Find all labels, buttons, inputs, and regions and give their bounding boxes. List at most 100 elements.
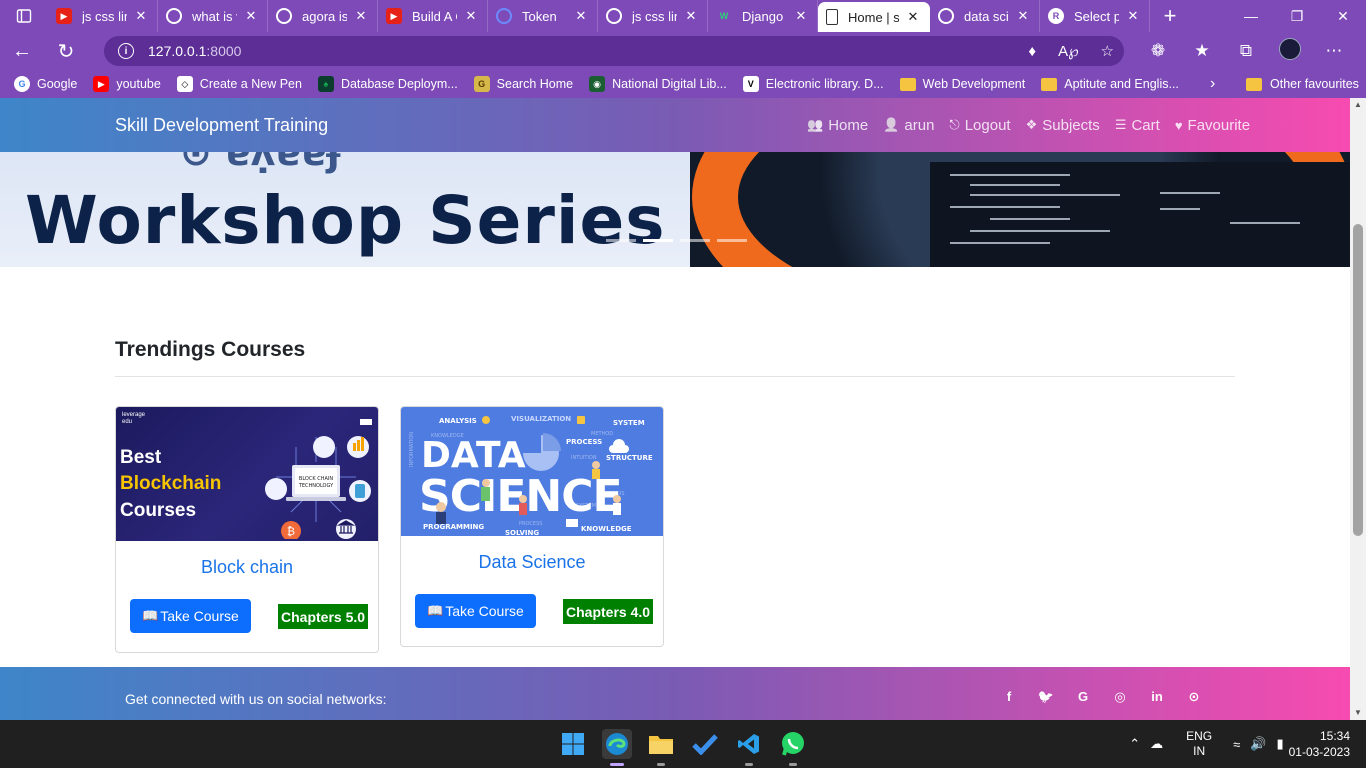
tab-close-icon[interactable]: ✕ (463, 8, 479, 24)
home-users-icon: 👥 (807, 117, 824, 132)
tab-close-icon[interactable]: ✕ (353, 8, 369, 24)
back-button[interactable]: ← (0, 32, 44, 70)
site-info-icon[interactable]: i (118, 43, 134, 59)
nav-link-arun[interactable]: 👤 arun (883, 117, 934, 134)
tab-close-icon[interactable]: ✕ (793, 8, 809, 24)
taskbar-whatsapp[interactable] (778, 729, 808, 766)
more-menu-icon[interactable]: ⋯ (1312, 41, 1356, 61)
browser-tab[interactable]: ▶ Build A C ✕ (378, 0, 488, 32)
tab-close-icon[interactable]: ✕ (573, 8, 589, 24)
battery-icon[interactable]: ▮ (1276, 736, 1283, 752)
taskbar-file-explorer[interactable] (646, 729, 676, 766)
browser-tab[interactable]: Token ✕ (488, 0, 598, 32)
browser-tab[interactable]: R Select pr ✕ (1040, 0, 1150, 32)
bookmark-item[interactable]: Web Development (899, 77, 1025, 91)
more-bookmarks-chevron-icon[interactable]: › (1210, 70, 1215, 98)
bookmark-item[interactable]: ▶ youtube (93, 76, 161, 92)
svg-text:SYSTEM: SYSTEM (613, 419, 645, 427)
scrollbar-thumb[interactable] (1353, 224, 1363, 536)
browser-tab[interactable]: data scie ✕ (930, 0, 1040, 32)
google-icon[interactable]: G (1074, 689, 1092, 705)
tab-close-icon[interactable]: ✕ (683, 8, 699, 24)
url-host: 127.0.0.1 (148, 43, 207, 59)
tab-favicon-icon (826, 9, 838, 25)
tab-close-icon[interactable]: ✕ (133, 8, 149, 24)
page-scrollbar[interactable]: ▲ ▼ (1350, 98, 1366, 720)
taskbar-todo[interactable] (690, 729, 720, 759)
tab-favicon-icon (276, 8, 292, 24)
book-icon: 📖 (427, 603, 444, 618)
course-image-blockchain: leverage edu Best Blockchain Courses BLO… (116, 407, 378, 541)
bookmark-item[interactable]: ♠ Database Deploym... (317, 76, 458, 92)
tab-close-icon[interactable]: ✕ (1125, 8, 1141, 24)
github-icon[interactable]: ⊙ (1185, 689, 1203, 705)
svg-text:PROGRAMMING: PROGRAMMING (423, 523, 484, 531)
other-favourites[interactable]: Other favourites (1246, 70, 1359, 98)
bookmark-item[interactable]: ◇ Create a New Pen (176, 76, 302, 92)
profile-avatar[interactable] (1268, 37, 1312, 65)
show-hidden-icons-chevron-icon[interactable]: ⌃ (1129, 736, 1140, 752)
extensions-icon[interactable]: ❁ (1136, 41, 1180, 61)
new-tab-button[interactable]: + (1150, 3, 1190, 29)
tab-close-icon[interactable]: ✕ (905, 9, 921, 25)
url-field[interactable]: i 127.0.0.1:8000 ♦ A℘ ☆ (104, 36, 1124, 66)
read-aloud-icon[interactable]: A℘ (1058, 42, 1078, 60)
favourites-icon[interactable]: ★ (1180, 41, 1224, 61)
browser-tab[interactable]: ▶ js css lin ✕ (48, 0, 158, 32)
twitter-icon[interactable]: 🐦 (1037, 689, 1055, 705)
instagram-icon[interactable]: ◎ (1111, 689, 1129, 705)
bookmark-item[interactable]: G Search Home (473, 76, 573, 92)
bookmark-item[interactable]: Aptitute and Englis... (1041, 77, 1179, 91)
bookmark-item[interactable]: G Google (14, 76, 77, 92)
nav-link-home[interactable]: 👥 Home (807, 117, 868, 134)
language-indicator[interactable]: ENG IN (1186, 729, 1212, 759)
taskbar-vscode[interactable] (734, 729, 764, 766)
network-off-icon[interactable]: ☁ (1150, 736, 1163, 752)
wifi-icon[interactable]: ≈ (1233, 737, 1240, 752)
svg-text:KNOWLEDGE: KNOWLEDGE (581, 525, 632, 533)
volume-icon[interactable]: 🔊 (1250, 736, 1266, 752)
collections-icon[interactable]: ⧉ (1224, 41, 1268, 61)
taskbar-edge[interactable] (602, 729, 632, 766)
start-button[interactable] (558, 729, 588, 759)
restore-button[interactable]: ❐ (1274, 0, 1320, 32)
browser-tab[interactable]: js css lin ✕ (598, 0, 708, 32)
linkedin-icon[interactable]: in (1148, 689, 1166, 705)
nav-link-label: Home (828, 116, 869, 134)
bookmark-item[interactable]: V Electronic library. D... (742, 76, 884, 92)
course-title[interactable]: Block chain (116, 557, 378, 578)
close-window-button[interactable]: ✕ (1320, 0, 1366, 32)
take-course-button[interactable]: 📖 Take Course (415, 594, 536, 628)
bookmark-item[interactable]: ◉ National Digital Lib... (589, 76, 727, 92)
hero-carousel[interactable]: ⊙ ɐʎ̣ɐɐɟ Workshop Series (0, 152, 1350, 267)
facebook-icon[interactable]: f (1000, 689, 1018, 705)
carousel-indicator[interactable] (606, 239, 636, 242)
codepen-icon: ◇ (176, 76, 193, 92)
tab-actions-button[interactable] (0, 0, 48, 32)
price-tag-icon[interactable]: ♦ (1028, 43, 1036, 60)
nav-link-subjects[interactable]: ❖ Subjects (1026, 117, 1100, 134)
browser-tab[interactable]: agora is ✕ (268, 0, 378, 32)
carousel-indicator[interactable] (643, 239, 673, 242)
nav-link-logout[interactable]: ⎋ Logout (949, 117, 1010, 134)
nav-link-favourite[interactable]: ♥ Favourite (1175, 117, 1250, 134)
refresh-button[interactable]: ↻ (44, 32, 88, 70)
minimize-button[interactable]: — (1228, 0, 1274, 32)
tab-close-icon[interactable]: ✕ (1015, 8, 1031, 24)
browser-tab[interactable]: what is v ✕ (158, 0, 268, 32)
tab-close-icon[interactable]: ✕ (243, 8, 259, 24)
carousel-indicator[interactable] (717, 239, 747, 242)
add-favourite-icon[interactable]: ☆ (1101, 42, 1114, 60)
scroll-up-arrow-icon[interactable]: ▲ (1350, 98, 1366, 112)
site-brand[interactable]: Skill Development Training (115, 115, 328, 136)
course-title[interactable]: Data Science (401, 552, 663, 573)
bookmark-label: Electronic library. D... (765, 77, 884, 91)
browser-tab[interactable]: W Django ✕ (708, 0, 818, 32)
carousel-indicator[interactable] (680, 239, 710, 242)
clock[interactable]: 15:34 01-03-2023 (1289, 728, 1350, 760)
nav-link-cart[interactable]: ☰ Cart (1115, 117, 1160, 134)
scroll-down-arrow-icon[interactable]: ▼ (1350, 706, 1366, 720)
tab-actions-icon (16, 9, 32, 23)
browser-tab[interactable]: Home | s ✕ (818, 2, 930, 32)
take-course-button[interactable]: 📖 Take Course (130, 599, 251, 633)
